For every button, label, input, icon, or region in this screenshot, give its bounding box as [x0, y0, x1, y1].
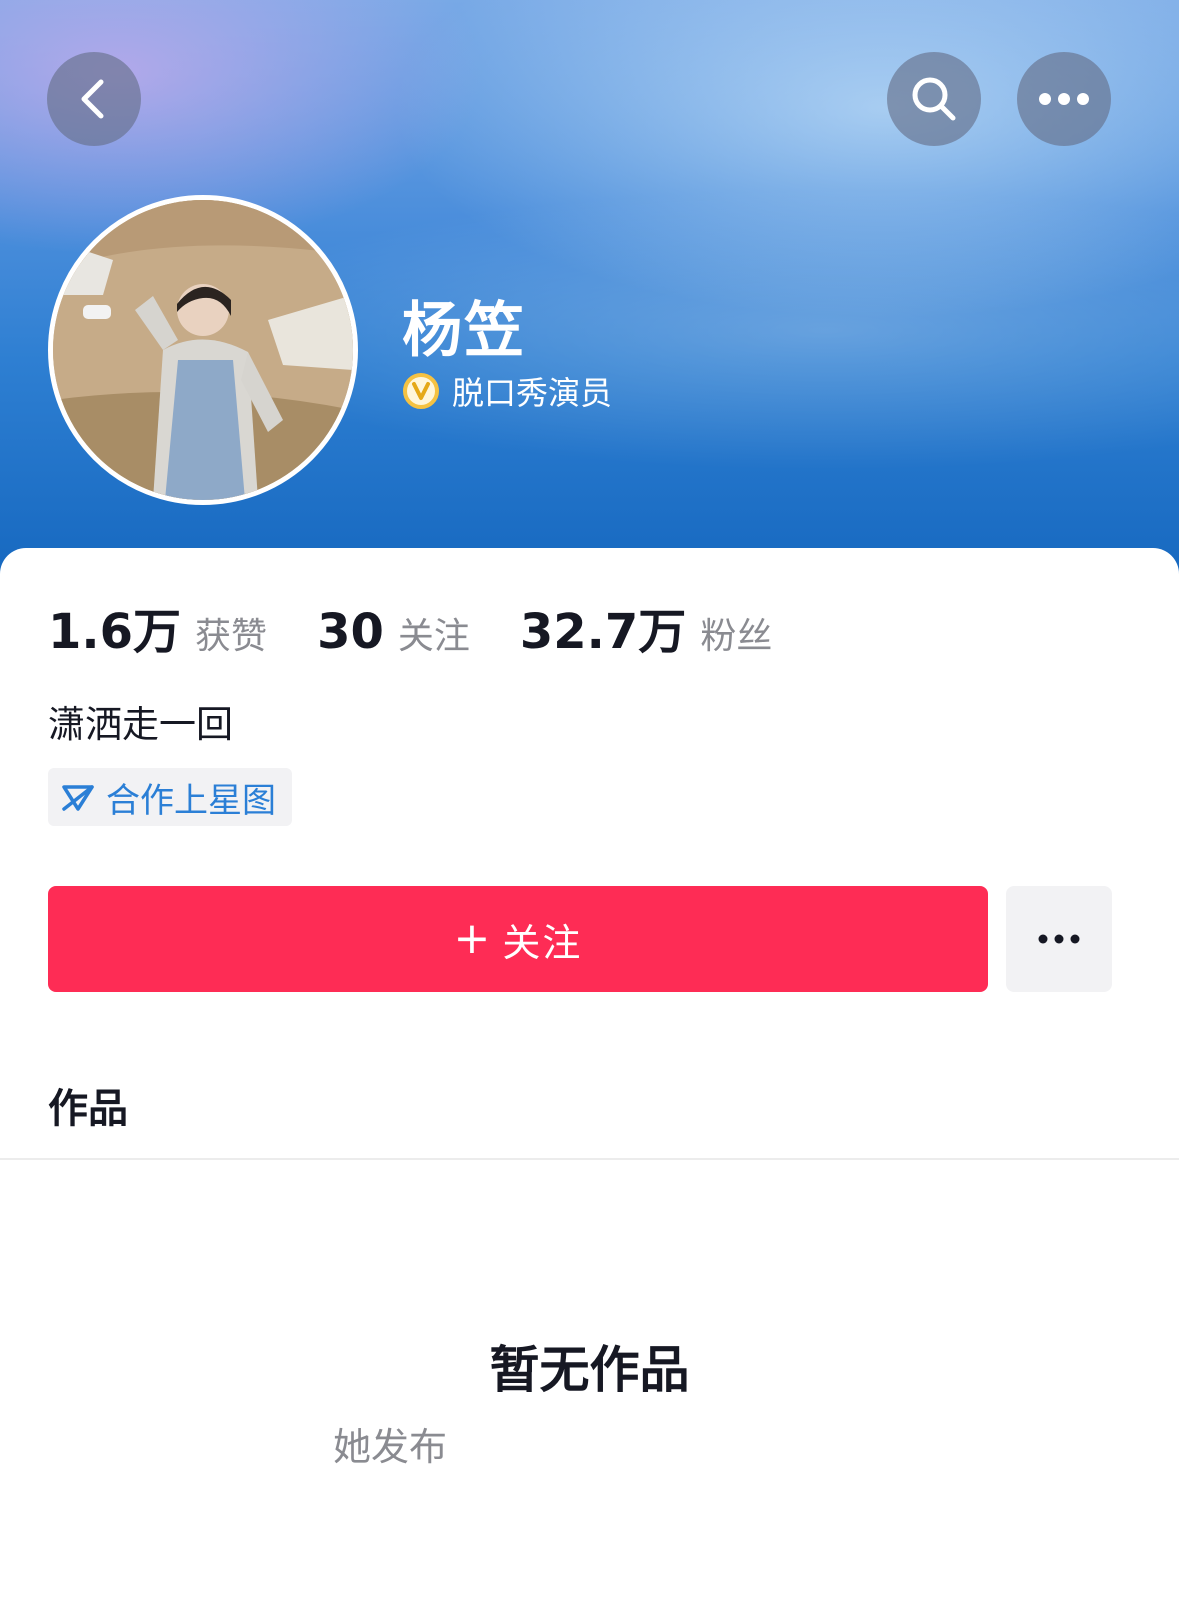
- stat-following-value: 30: [317, 604, 384, 660]
- empty-state-title: 暂无作品: [489, 1341, 690, 1399]
- follow-button-label: 关注: [502, 920, 583, 965]
- follow-button[interactable]: + 关注: [48, 886, 988, 992]
- xingtu-tag[interactable]: 合作上星图: [48, 768, 292, 826]
- search-button[interactable]: [887, 52, 981, 146]
- plus-icon: +: [453, 913, 491, 964]
- stat-likes[interactable]: 1.6万 获赞: [48, 592, 267, 662]
- more-icon: [1039, 93, 1089, 105]
- bio-text: 潇洒走一回: [48, 703, 233, 746]
- profile-more-button[interactable]: [1006, 886, 1112, 992]
- stat-followers-label: 粉丝: [700, 616, 773, 657]
- xingtu-tag-label: 合作上星图: [106, 780, 276, 821]
- stat-likes-label: 获赞: [195, 616, 268, 657]
- stat-followers[interactable]: 32.7万 粉丝: [520, 592, 772, 662]
- avatar-photo: [53, 200, 353, 500]
- more-icon: [1038, 934, 1080, 944]
- verified-icon: [403, 373, 439, 409]
- stat-followers-value: 32.7万: [519, 604, 687, 660]
- tab-works[interactable]: 作品: [48, 1076, 128, 1134]
- back-icon: [81, 79, 104, 119]
- divider: [0, 1158, 1179, 1160]
- stat-following-label: 关注: [397, 616, 470, 657]
- avatar[interactable]: [48, 195, 358, 505]
- stat-following[interactable]: 30 关注: [317, 604, 470, 660]
- xingtu-icon: [62, 785, 94, 811]
- back-button[interactable]: [47, 52, 141, 146]
- more-options-button[interactable]: [1017, 52, 1111, 146]
- stats-row: 1.6万 获赞 30 关注 32.7万 粉丝: [48, 592, 822, 662]
- profile-name: 杨笠: [402, 296, 526, 366]
- stat-likes-value: 1.6万: [48, 604, 182, 660]
- empty-state-subtitle: 她发布: [333, 1425, 448, 1469]
- verification-badge: 脱口秀演员: [402, 368, 612, 414]
- verification-label: 脱口秀演员: [452, 374, 613, 412]
- loading-fade: [460, 1418, 880, 1466]
- search-icon: [912, 77, 956, 121]
